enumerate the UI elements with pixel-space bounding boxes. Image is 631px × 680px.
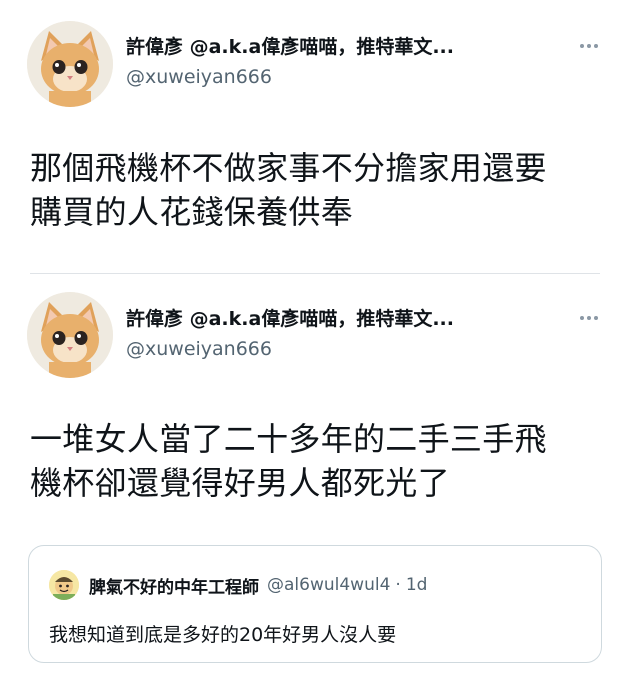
quoted-handle[interactable]: @al6wul4wul4 xyxy=(267,575,390,595)
quoted-display-name[interactable]: 脾氣不好的中年工程師 xyxy=(89,573,259,598)
tweet-text-line: 購買的人花錢保養供奉 xyxy=(30,193,354,231)
tweet-text: 一堆女人當了二十多年的二手三手飛 機杯卻還覺得好男人都死光了 xyxy=(30,417,610,505)
quoted-tweet[interactable]: 脾氣不好的中年工程師 @al6wul4wul4 · 1d 我想知道到底是多好的2… xyxy=(28,545,602,663)
user-avatar[interactable] xyxy=(27,292,113,378)
quoted-tweet-text: 我想知道到底是多好的20年好男人沒人要 xyxy=(49,624,397,646)
quoted-separator: · xyxy=(395,575,401,595)
display-name[interactable]: 許偉彥 @a.k.a偉彥喵喵，推特華文... xyxy=(126,31,454,59)
more-options-icon[interactable] xyxy=(574,308,604,328)
divider xyxy=(30,273,600,274)
cartoon-face-icon xyxy=(49,570,79,600)
tweet-1[interactable]: 許偉彥 @a.k.a偉彥喵喵，推特華文... @xuweiyan666 那個飛機… xyxy=(0,0,631,270)
kitten-icon xyxy=(27,292,113,378)
kitten-icon xyxy=(27,21,113,107)
user-handle[interactable]: @xuweiyan666 xyxy=(126,338,272,360)
tweet-text: 那個飛機杯不做家事不分擔家用還要 購買的人花錢保養供奉 xyxy=(30,146,610,234)
user-handle[interactable]: @xuweiyan666 xyxy=(126,66,272,88)
tweet-text-line: 機杯卻還覺得好男人都死光了 xyxy=(30,464,450,502)
user-avatar[interactable] xyxy=(27,21,113,107)
display-name[interactable]: 許偉彥 @a.k.a偉彥喵喵，推特華文... xyxy=(126,303,454,331)
quoted-avatar[interactable] xyxy=(49,570,79,600)
quoted-timestamp[interactable]: 1d xyxy=(406,575,428,595)
tweet-text-line: 一堆女人當了二十多年的二手三手飛 xyxy=(30,420,547,458)
more-options-icon[interactable] xyxy=(574,36,604,56)
tweet-text-line: 那個飛機杯不做家事不分擔家用還要 xyxy=(30,149,547,187)
